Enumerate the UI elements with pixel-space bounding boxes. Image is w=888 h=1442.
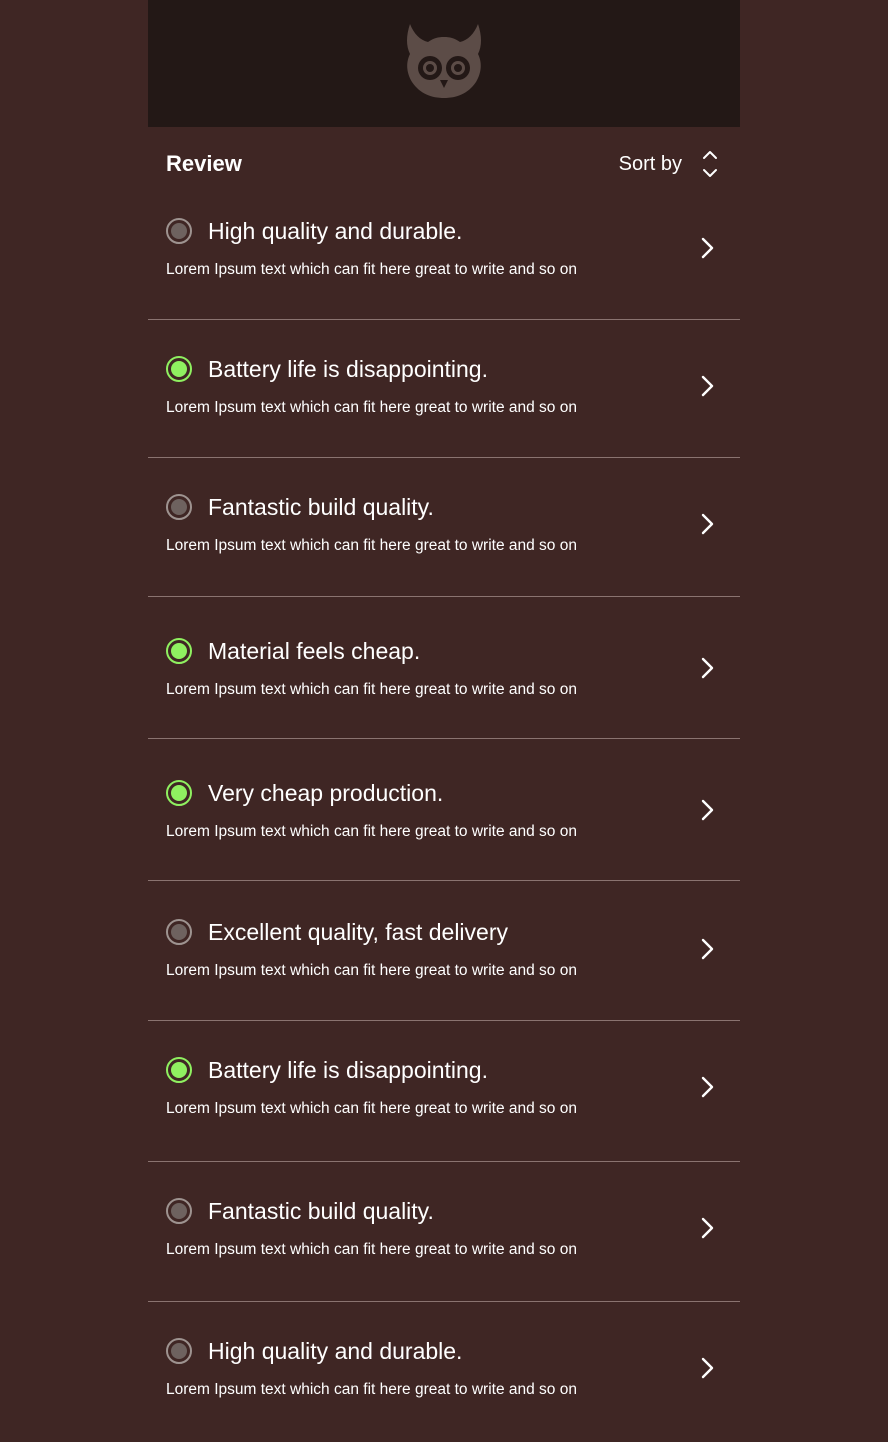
status-dot-inactive-icon[interactable] [166, 1338, 192, 1364]
chevron-right-icon[interactable] [700, 1357, 714, 1379]
review-item-title: Material feels cheap. [208, 638, 421, 664]
status-dot-fill [171, 1062, 187, 1078]
status-dot-inactive-icon[interactable] [166, 919, 192, 945]
review-list-item[interactable]: Very cheap production. Lorem Ipsum text w… [148, 739, 740, 881]
review-list-item[interactable]: Battery life is disappointing. Lorem Ipsu… [148, 320, 740, 458]
review-item-description: Lorem Ipsum text which can fit here grea… [166, 537, 577, 554]
review-panel: Review Sort by High quality and durable.… [148, 0, 740, 1400]
chevron-right-icon[interactable] [700, 237, 714, 259]
status-dot-fill [171, 643, 187, 659]
status-dot-fill [171, 785, 187, 801]
review-item-title: Fantastic build quality. [208, 1198, 434, 1224]
sort-by-button[interactable]: Sort by [619, 148, 718, 180]
review-item-title: Very cheap production. [208, 780, 444, 806]
review-item-description: Lorem Ipsum text which can fit here grea… [166, 399, 577, 416]
review-item-description: Lorem Ipsum text which can fit here grea… [166, 823, 577, 840]
review-item-description: Lorem Ipsum text which can fit here grea… [166, 962, 577, 979]
review-list-item[interactable]: Battery life is disappointing. Lorem Ipsu… [148, 1021, 740, 1162]
review-title: Review [166, 151, 242, 176]
owl-icon [407, 24, 481, 98]
chevron-right-icon[interactable] [700, 657, 714, 679]
review-list-item[interactable]: High quality and durable. Lorem Ipsum tex… [148, 196, 740, 320]
sort-by-label: Sort by [618, 153, 682, 175]
review-item-description: Lorem Ipsum text which can fit here grea… [166, 261, 577, 278]
chevron-right-icon[interactable] [700, 938, 714, 960]
review-item-description: Lorem Ipsum text which can fit here grea… [166, 1381, 577, 1398]
review-item-title: Excellent quality, fast delivery [208, 919, 508, 945]
status-dot-active-icon[interactable] [166, 780, 192, 806]
review-list-item[interactable]: High quality and durable. Lorem Ipsum tex… [148, 1302, 740, 1442]
review-item-description: Lorem Ipsum text which can fit here grea… [166, 1241, 577, 1258]
review-item-title: High quality and durable. [208, 1338, 463, 1364]
status-dot-fill [171, 1203, 187, 1219]
review-item-title: High quality and durable. [208, 218, 463, 244]
review-item-title: Battery life is disappointing. [208, 356, 488, 382]
chevron-right-icon[interactable] [700, 799, 714, 821]
review-list-item[interactable]: Excellent quality, fast delivery Lorem Ip… [148, 881, 740, 1021]
chevron-right-icon[interactable] [700, 1076, 714, 1098]
review-list-item[interactable]: Fantastic build quality. Lorem Ipsum text… [148, 1162, 740, 1302]
status-dot-active-icon[interactable] [166, 638, 192, 664]
review-item-title: Fantastic build quality. [208, 494, 434, 520]
status-dot-fill [171, 499, 187, 515]
chevron-right-icon[interactable] [700, 1217, 714, 1239]
status-dot-fill [171, 361, 187, 377]
status-dot-inactive-icon[interactable] [166, 1198, 192, 1224]
status-dot-fill [171, 1343, 187, 1359]
chevron-right-icon[interactable] [700, 513, 714, 535]
status-dot-inactive-icon[interactable] [166, 218, 192, 244]
header-bar [148, 0, 740, 127]
review-list-item[interactable]: Fantastic build quality. Lorem Ipsum text… [148, 458, 740, 597]
review-item-title: Battery life is disappointing. [208, 1057, 488, 1083]
status-dot-inactive-icon[interactable] [166, 494, 192, 520]
review-list-item[interactable]: Material feels cheap. Lorem Ipsum text wh… [148, 597, 740, 739]
sort-up-down-icon [703, 151, 717, 177]
review-item-description: Lorem Ipsum text which can fit here grea… [166, 1100, 577, 1117]
chevron-right-icon[interactable] [700, 375, 714, 397]
status-dot-active-icon[interactable] [166, 1057, 192, 1083]
status-dot-fill [171, 924, 187, 940]
status-dot-fill [171, 223, 187, 239]
review-item-description: Lorem Ipsum text which can fit here grea… [166, 681, 577, 698]
status-dot-active-icon[interactable] [166, 356, 192, 382]
